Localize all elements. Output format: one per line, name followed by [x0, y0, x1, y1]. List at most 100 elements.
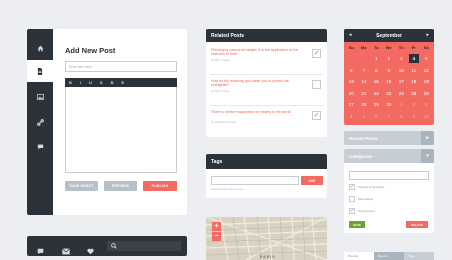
map-widget[interactable]: + − PARIS [206, 217, 327, 260]
calendar-day[interactable]: 15 [371, 77, 381, 86]
embed-button[interactable]: E [121, 80, 124, 85]
calendar-day[interactable]: 14 [359, 77, 369, 86]
mail-icon[interactable] [62, 242, 70, 260]
search-input[interactable] [107, 241, 181, 251]
calendar-month: September [376, 33, 402, 39]
calendar-day[interactable]: 9 [384, 66, 394, 75]
calendar-day[interactable]: 6 [346, 66, 356, 75]
calendar-day[interactable]: 27 [346, 100, 356, 109]
categories-header[interactable]: Categories ▾ [344, 149, 434, 163]
recent-posts-header[interactable]: Recent Posts ▸ [344, 131, 434, 145]
related-post-item[interactable]: How do the amazing god make you to punis… [206, 75, 327, 105]
bold-button[interactable]: B [69, 80, 72, 85]
calendar-day[interactable]: 16 [384, 77, 394, 86]
category-input[interactable] [349, 171, 429, 180]
calendar-day[interactable]: 23 [384, 89, 394, 98]
calendar-day[interactable]: 20 [346, 89, 356, 98]
zoom-in-button[interactable]: + [212, 222, 221, 231]
category-label: Development [358, 209, 375, 213]
calendar-day[interactable]: 13 [346, 77, 356, 86]
calendar-day[interactable]: 10 [421, 112, 431, 121]
map-streets [206, 217, 327, 260]
related-post-checkbox[interactable]: ✓ [312, 49, 321, 58]
home-icon[interactable] [27, 37, 53, 59]
document-icon[interactable] [27, 60, 53, 82]
calendar-day[interactable]: 5 [421, 54, 431, 63]
publish-button[interactable]: PUBLISH [143, 181, 177, 191]
chat-icon[interactable] [27, 136, 53, 158]
strike-button[interactable]: S [100, 80, 103, 85]
category-label: Themes & Templates [358, 185, 385, 189]
related-posts-title: Related Posts [206, 29, 327, 42]
calendar-day[interactable]: 9 [409, 112, 419, 121]
post-content-editor[interactable] [65, 87, 177, 173]
image-icon[interactable] [27, 86, 53, 108]
calendar-day[interactable]: 19 [421, 77, 431, 86]
link-icon[interactable] [27, 111, 53, 133]
related-post-link[interactable]: How do the amazing god make you to punis… [211, 79, 301, 88]
italic-button[interactable]: I [80, 80, 81, 85]
calendar-next-button[interactable]: ▸ [426, 32, 429, 38]
underline-button[interactable]: U [89, 80, 92, 85]
calendar-day[interactable]: 10 [396, 66, 406, 75]
calendar-day[interactable]: 2 [409, 100, 419, 109]
related-post-checkbox[interactable]: ✓ [312, 111, 321, 120]
calendar-day[interactable]: 7 [384, 112, 394, 121]
calendar-day[interactable]: 4 [346, 112, 356, 121]
calendar-day[interactable]: 28 [359, 100, 369, 109]
zoom-out-button[interactable]: − [212, 232, 221, 241]
calendar-widget: ◂ September ▸ Su Mo Tu We Th Fr Sa 1 2 3 4 5 6 7 8 9 10 1… [344, 29, 434, 125]
calendar-day[interactable]: 4 [408, 54, 419, 63]
related-post-item[interactable]: Philosophy cannot be taught; it is the a… [206, 44, 327, 74]
calendar-day[interactable]: 8 [396, 112, 406, 121]
calendar-day[interactable]: 8 [371, 66, 381, 75]
chevron-down-icon[interactable]: ▾ [421, 149, 434, 163]
category-checkbox[interactable] [349, 196, 355, 202]
calendar-day[interactable]: 29 [371, 100, 381, 109]
search-icon [111, 243, 117, 249]
calendar-day[interactable]: 24 [396, 89, 406, 98]
tab-tags[interactable]: Tags [404, 252, 434, 260]
post-title-input[interactable]: Enter title here [65, 61, 177, 72]
calendar-day[interactable]: 17 [396, 77, 406, 86]
calendar-day[interactable]: 3 [396, 54, 406, 63]
calendar-day[interactable]: 3 [421, 100, 431, 109]
related-post-checkbox[interactable] [312, 80, 321, 89]
calendar-day[interactable]: 22 [371, 89, 381, 98]
category-checkbox[interactable]: ✓ [349, 208, 355, 214]
calendar-day[interactable]: 26 [421, 89, 431, 98]
delete-category-button[interactable]: DELETE [406, 221, 428, 228]
preview-button[interactable]: PREVIEW [104, 181, 137, 191]
save-draft-button[interactable]: SAVE DRAFT [65, 181, 98, 191]
heart-icon[interactable] [87, 242, 94, 260]
add-tag-button[interactable]: ADD [301, 176, 323, 185]
calendar-day[interactable]: 11 [409, 66, 419, 75]
calendar-day[interactable]: 21 [359, 89, 369, 98]
calendar-day[interactable]: 7 [359, 66, 369, 75]
calendar-day[interactable]: 1 [396, 100, 406, 109]
tags-title: Tags [206, 154, 327, 169]
calendar-day[interactable]: 1 [371, 54, 381, 63]
tab-popular[interactable]: Popular [344, 252, 374, 260]
recent-posts-title: Recent Posts [349, 136, 378, 141]
calendar-day[interactable]: 30 [384, 100, 394, 109]
category-checkbox[interactable]: ✓ [349, 184, 355, 190]
tab-recent[interactable]: Recent [374, 252, 404, 260]
calendar-day[interactable]: 18 [409, 77, 419, 86]
chat-icon[interactable] [37, 242, 44, 260]
related-post-link[interactable]: There is neither happiness nor misery in… [211, 110, 301, 114]
editor-toolbar: B I U S B E [65, 78, 177, 87]
calendar-day[interactable]: 12 [421, 66, 431, 75]
chevron-right-icon[interactable]: ▸ [421, 131, 434, 145]
calendar-day[interactable]: 5 [359, 112, 369, 121]
related-post-link[interactable]: Philosophy cannot be taught; it is the a… [211, 48, 301, 57]
calendar-day[interactable]: 6 [371, 112, 381, 121]
tag-input[interactable] [211, 176, 299, 185]
related-post-meta: by Albert Tracey [211, 59, 230, 62]
calendar-day[interactable]: 2 [384, 54, 394, 63]
calendar-weekday: Su [348, 45, 354, 50]
save-category-button[interactable]: SAVE [349, 221, 365, 228]
related-post-item[interactable]: There is neither happiness nor misery in… [206, 106, 327, 136]
blockquote-button[interactable]: B [111, 80, 114, 85]
calendar-day[interactable]: 25 [409, 89, 419, 98]
